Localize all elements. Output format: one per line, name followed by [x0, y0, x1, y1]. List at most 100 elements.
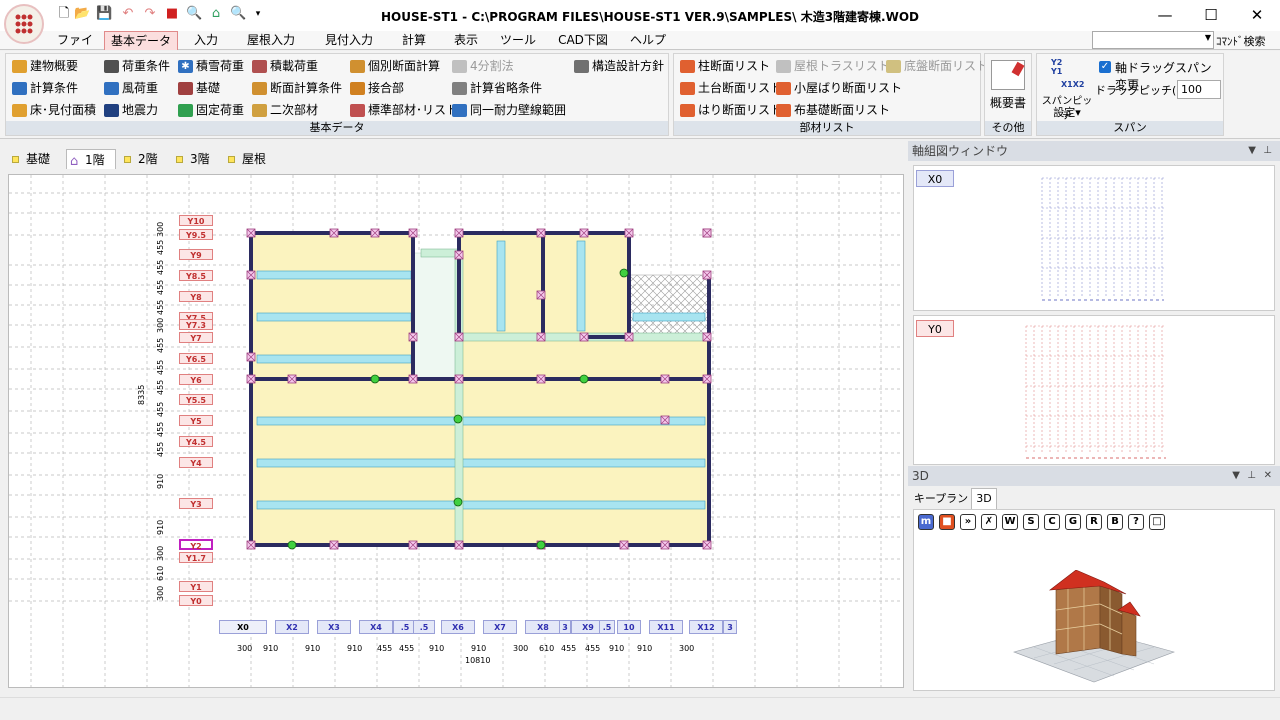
command-search-input[interactable]: ▼ — [1092, 31, 1214, 49]
tab-file[interactable]: ファイル — [52, 31, 98, 66]
quarter-division-button[interactable]: 4分割法 — [452, 56, 514, 76]
roof-beam-list-button[interactable]: 小屋ばり断面リスト — [776, 78, 902, 98]
open-folder-icon[interactable]: 📂 — [74, 6, 90, 22]
span-pitch-button-label-2[interactable]: 設定▾ — [1039, 104, 1095, 120]
span-pitch-icon[interactable]: Y2 Y1 X1X2 — [1045, 58, 1089, 89]
secondary-members-button[interactable]: 二次部材 — [252, 100, 318, 120]
y-axis-label[interactable]: Y2 — [179, 539, 213, 551]
floor-elevation-area-button[interactable]: 床･見付面積 — [12, 100, 96, 120]
wall-icon[interactable]: W — [1002, 514, 1018, 530]
beam-icon[interactable]: B — [1107, 514, 1123, 530]
y-axis-label[interactable]: Y5 — [179, 415, 213, 426]
x-axis-label[interactable]: X4 — [359, 620, 393, 634]
seismic-force-button[interactable]: 地震力 — [104, 100, 158, 120]
y-axis-label[interactable]: Y1.7 — [179, 552, 213, 563]
x-axis-label[interactable]: 3 — [559, 620, 571, 634]
x-axis-label[interactable]: X2 — [275, 620, 309, 634]
tab-floor-2[interactable]: 2階 — [120, 149, 168, 169]
three-d-view[interactable]: m ■ » ✗ W S C G R B? □ — [913, 509, 1275, 691]
structural-policy-button[interactable]: 構造設計方針 — [574, 56, 664, 76]
y-axis-label[interactable]: Y9 — [179, 249, 213, 260]
roof-truss-list-button[interactable]: 屋根トラスリスト — [776, 56, 890, 76]
joints-button[interactable]: 接合部 — [350, 78, 404, 98]
maximize-button[interactable]: ☐ — [1188, 3, 1234, 27]
load-conditions-button[interactable]: 荷重条件 — [104, 56, 170, 76]
pin-icon[interactable]: ⊥ — [1247, 466, 1256, 486]
beam-section-list-button[interactable]: はり断面リスト — [680, 100, 782, 120]
y-axis-label[interactable]: Y9.5 — [179, 229, 213, 240]
summary-button-label[interactable]: 概要書 — [985, 94, 1031, 111]
quick-access-dropdown-icon[interactable]: ▾ — [250, 6, 266, 22]
drag-pitch-input[interactable]: 100 — [1177, 80, 1221, 99]
wind-load-button[interactable]: 風荷重 — [104, 78, 158, 98]
grid-icon[interactable]: G — [1065, 514, 1081, 530]
x-axis-label[interactable]: X7 — [483, 620, 517, 634]
y-axis-label[interactable]: Y7.3 — [179, 319, 213, 330]
live-load-button[interactable]: 積載荷重 — [252, 56, 318, 76]
save-icon[interactable]: 💾 — [96, 6, 112, 22]
tab-calculation[interactable]: 計算 — [394, 31, 434, 50]
section-icon[interactable]: S — [1023, 514, 1039, 530]
building-overview-button[interactable]: 建物概要 — [12, 56, 78, 76]
building-plan[interactable] — [9, 175, 904, 688]
tab-help[interactable]: ヘルプ — [626, 31, 670, 50]
redo-icon[interactable]: ↷ — [142, 6, 158, 22]
window-icon[interactable]: □ — [1149, 514, 1165, 530]
pin-icon[interactable]: ⊥ — [1263, 141, 1272, 161]
mat-foundation-list-button[interactable]: 底盤断面リスト — [886, 56, 988, 76]
tools-icon[interactable]: ✗ — [981, 514, 997, 530]
summary-document-icon[interactable] — [991, 60, 1025, 90]
chevron-down-icon[interactable]: ▼ — [1232, 466, 1240, 486]
model-icon[interactable]: m — [918, 514, 934, 530]
y-axis-label[interactable]: Y0 — [179, 595, 213, 606]
standard-members-list-button[interactable]: 標準部材･リスト — [350, 100, 458, 120]
y-axis-label[interactable]: Y8 — [179, 291, 213, 302]
y-axis-label[interactable]: Y1 — [179, 581, 213, 592]
tab-input[interactable]: 入力 — [186, 31, 226, 50]
chevron-down-icon[interactable]: ▼ — [1248, 141, 1256, 161]
zoom-icon[interactable]: 🔍 — [186, 6, 202, 22]
home-icon[interactable]: ⌂ — [208, 6, 224, 22]
search-icon[interactable]: 🔍 — [230, 6, 246, 22]
sill-section-list-button[interactable]: 土台断面リスト — [680, 78, 782, 98]
dead-load-button[interactable]: 固定荷重 — [178, 100, 244, 120]
floor-plan-canvas[interactable]: Y10Y9.5Y9Y8.5Y8Y7.5Y7.3Y7Y6.5Y6Y5.5Y5Y4.… — [8, 174, 904, 688]
tab-floor-1[interactable]: ⌂ 1階 — [66, 149, 116, 169]
forward-icon[interactable]: » — [960, 514, 976, 530]
x-axis-label[interactable]: .5 — [413, 620, 435, 634]
x-axis-label[interactable]: 10 — [617, 620, 641, 634]
y-axis-label[interactable]: Y5.5 — [179, 394, 213, 405]
x-axis-label[interactable]: X6 — [441, 620, 475, 634]
x-axis-label[interactable]: X0 — [219, 620, 267, 634]
y-axis-label[interactable]: Y7 — [179, 332, 213, 343]
y-axis-label[interactable]: Y3 — [179, 498, 213, 509]
tab-view[interactable]: 表示 — [446, 31, 486, 50]
x-axis-label[interactable]: 3 — [723, 620, 737, 634]
strip-foundation-list-button[interactable]: 布基礎断面リスト — [776, 100, 890, 120]
y-axis-label[interactable]: Y8.5 — [179, 270, 213, 281]
y-axis-label[interactable]: Y6.5 — [179, 353, 213, 364]
axis-x-frame-view[interactable]: X0 — [913, 165, 1275, 311]
tab-key-plan[interactable]: キープラン — [913, 489, 969, 509]
x-axis-label[interactable]: X8 — [525, 620, 561, 634]
help-icon[interactable]: ? — [1128, 514, 1144, 530]
y-axis-label[interactable]: Y10 — [179, 215, 213, 226]
monitor-icon[interactable]: ■ — [164, 6, 180, 22]
app-logo-icon[interactable] — [4, 4, 44, 44]
close-icon[interactable]: ✕ — [1264, 466, 1272, 486]
minimize-button[interactable]: — — [1142, 3, 1188, 27]
column-section-list-button[interactable]: 柱断面リスト — [680, 56, 770, 76]
drag-span-checkbox[interactable]: ✓ — [1099, 61, 1111, 73]
tab-elevation-input[interactable]: 見付入力 — [316, 31, 382, 50]
undo-icon[interactable]: ↶ — [120, 6, 136, 22]
x-axis-label[interactable]: X12 — [689, 620, 723, 634]
color-icon[interactable]: ■ — [939, 514, 955, 530]
tab-tools[interactable]: ツール — [498, 31, 538, 50]
x-axis-label[interactable]: .5 — [599, 620, 615, 634]
chevron-down-icon[interactable]: ▼ — [1205, 33, 1211, 42]
tab-basic-data[interactable]: 基本データ — [104, 31, 178, 50]
column-icon[interactable]: C — [1044, 514, 1060, 530]
x-axis-label[interactable]: X11 — [649, 620, 683, 634]
x-axis-label[interactable]: X3 — [317, 620, 351, 634]
close-button[interactable]: ✕ — [1234, 3, 1280, 27]
